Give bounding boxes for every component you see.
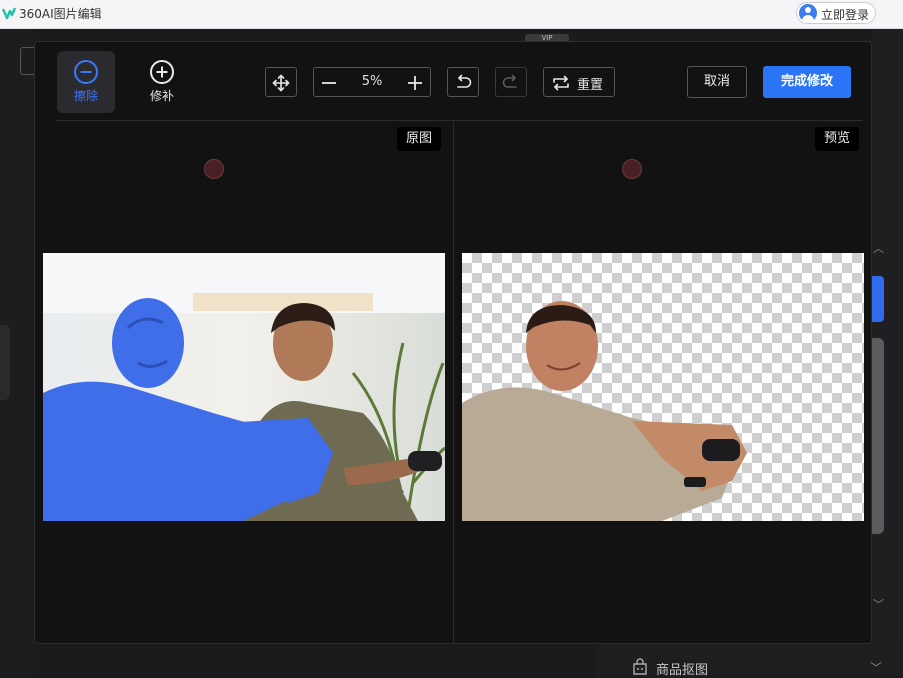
- app-title: 360AI图片编辑: [19, 7, 102, 21]
- chevron-down-icon: ﹀: [870, 661, 883, 675]
- user-avatar-icon: [799, 4, 817, 22]
- background-gray-panel: [872, 338, 884, 534]
- reset-button[interactable]: 重置: [543, 67, 615, 97]
- reset-label: 重置: [577, 78, 604, 93]
- original-label: 原图: [397, 127, 442, 151]
- done-button[interactable]: 完成修改: [763, 66, 851, 98]
- login-label: 立即登录: [821, 8, 870, 22]
- undo-icon: [457, 74, 472, 88]
- original-photo: [43, 253, 445, 521]
- redo-icon: [502, 74, 517, 88]
- repair-tool-button[interactable]: 修补: [133, 51, 191, 113]
- repair-icon: [150, 60, 174, 84]
- cancel-button[interactable]: 取消: [687, 66, 747, 98]
- erase-tool-button[interactable]: 擦除: [57, 51, 115, 113]
- preview-image-canvas[interactable]: [462, 253, 864, 521]
- background-collapse-handle: [0, 325, 10, 400]
- original-image-canvas[interactable]: [43, 253, 445, 521]
- reset-icon: [553, 75, 569, 91]
- brush-cursor-preview: [622, 159, 642, 179]
- chevron-up-icon: ︿: [873, 242, 884, 255]
- edit-modal: 擦除 修补 5% 重置 取消 完成修改 原图 预览: [34, 41, 872, 644]
- app-title-bar: 360AI图片编辑 立即登录: [0, 0, 903, 29]
- brush-cursor: [204, 159, 224, 179]
- undo-button[interactable]: [447, 67, 479, 97]
- preview-label: 预览: [815, 127, 860, 151]
- erase-icon: [74, 60, 98, 84]
- chevron-down-icon: ﹀: [873, 598, 884, 611]
- zoom-in-icon[interactable]: [407, 75, 423, 91]
- redo-button[interactable]: [495, 67, 527, 97]
- erase-label: 擦除: [73, 89, 98, 103]
- background-layer-icon: [20, 47, 34, 75]
- move-icon: [272, 74, 290, 92]
- login-button[interactable]: 立即登录: [796, 2, 876, 24]
- preview-photo: [462, 301, 747, 521]
- product-cutout-label: 商品抠图: [656, 663, 709, 678]
- zoom-out-icon[interactable]: [321, 75, 337, 91]
- zoom-control: 5%: [313, 67, 431, 97]
- move-button[interactable]: [265, 67, 297, 97]
- background-blue-button: [872, 276, 884, 322]
- toolbar-divider: [55, 120, 863, 121]
- bag-icon: [633, 658, 647, 675]
- zoom-value: 5%: [361, 74, 383, 89]
- repair-label: 修补: [149, 89, 174, 103]
- app-logo-icon: [2, 7, 16, 20]
- pane-divider: [453, 122, 454, 644]
